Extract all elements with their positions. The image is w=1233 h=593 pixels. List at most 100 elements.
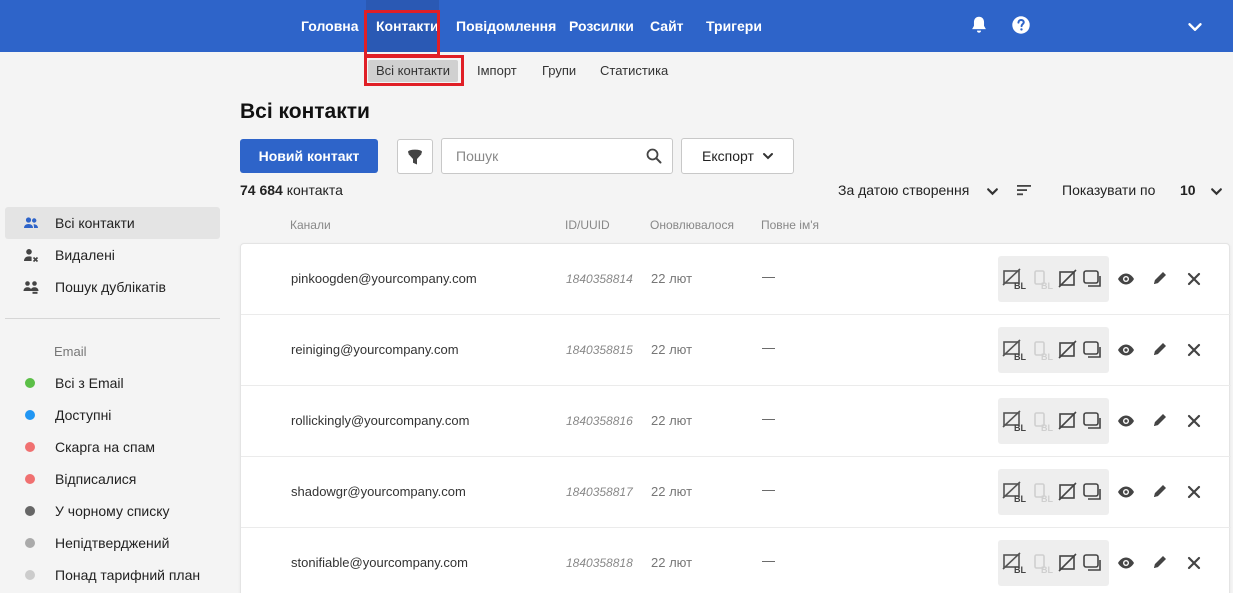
sidebar-item-all-contacts[interactable]: Всі контакти <box>5 207 220 239</box>
contact-id: 1840358815 <box>566 343 633 357</box>
column-header-id: ID/UUID <box>565 218 610 232</box>
contact-email[interactable]: stonifiable@yourcompany.com <box>291 555 468 570</box>
edit-icon[interactable] <box>1151 340 1169 358</box>
sidebar-item-label: Видалені <box>55 247 115 263</box>
top-navbar: Головна Контакти Повідомлення Розсилки С… <box>0 0 1233 52</box>
nav-home[interactable]: Головна <box>301 0 359 52</box>
chat-icon <box>1083 554 1101 571</box>
export-button[interactable]: Експорт <box>681 138 794 174</box>
contact-email[interactable]: pinkoogden@yourcompany.com <box>291 271 477 286</box>
help-icon[interactable] <box>1010 14 1032 36</box>
sidebar-email-filter[interactable]: Всі з Email <box>5 367 220 399</box>
subnav-import[interactable]: Імпорт <box>469 60 525 82</box>
contact-fullname: — <box>762 482 775 497</box>
chevron-down-icon[interactable] <box>986 185 999 198</box>
sidebar-email-filter[interactable]: Скарга на спам <box>5 431 220 463</box>
table-row[interactable]: pinkoogden@yourcompany.com 1840358814 22 л… <box>241 244 1231 315</box>
delete-icon[interactable] <box>1185 270 1203 288</box>
search-field <box>441 138 673 174</box>
contact-updated: 22 лют <box>651 484 693 499</box>
page-title: Всі контакти <box>240 100 370 123</box>
channel-status-group: BL BL <box>998 256 1109 302</box>
email-blacklist-icon: BL <box>1002 481 1026 503</box>
contacts-count-number: 74 684 <box>240 182 283 198</box>
sort-dropdown[interactable]: За датою створення <box>838 182 969 198</box>
svg-text:BL: BL <box>1014 281 1026 290</box>
table-row[interactable]: stonifiable@yourcompany.com 1840358818 22 … <box>241 528 1231 593</box>
delete-icon[interactable] <box>1185 554 1203 572</box>
phone-blacklist-icon: BL <box>1034 341 1053 361</box>
contact-email[interactable]: reiniging@yourcompany.com <box>291 342 459 357</box>
table-row[interactable]: reiniging@yourcompany.com 1840358815 22 лю… <box>241 315 1231 386</box>
search-input[interactable] <box>442 139 632 173</box>
contact-updated: 22 лют <box>651 342 693 357</box>
status-dot-icon <box>25 474 35 484</box>
chevron-down-icon <box>763 153 773 160</box>
channel-status-group: BL BL <box>998 469 1109 515</box>
new-contact-button[interactable]: Новий контакт <box>240 139 378 173</box>
sidebar-divider <box>5 318 220 319</box>
edit-icon[interactable] <box>1151 269 1169 287</box>
sidebar-email-filter[interactable]: У чорному списку <box>5 495 220 527</box>
sidebar-email-filter[interactable]: Непідтверджений <box>5 527 220 559</box>
bell-icon[interactable] <box>968 14 990 36</box>
sms-disabled-icon <box>1058 340 1077 359</box>
contact-fullname: — <box>762 340 775 355</box>
view-icon[interactable] <box>1117 554 1135 572</box>
export-label: Експорт <box>702 148 754 164</box>
view-icon[interactable] <box>1117 341 1135 359</box>
table-row[interactable]: shadowgr@yourcompany.com 1840358817 22 лют… <box>241 457 1231 528</box>
contact-fullname: — <box>762 553 775 568</box>
contact-email[interactable]: rollickingly@yourcompany.com <box>291 413 469 428</box>
sidebar-email-filter-label: Всі з Email <box>55 375 124 391</box>
sidebar-email-filter-label: Скарга на спам <box>55 439 155 455</box>
nav-campaigns[interactable]: Розсилки <box>569 0 634 52</box>
delete-icon[interactable] <box>1185 483 1203 501</box>
sidebar-email-filter[interactable]: Доступні <box>5 399 220 431</box>
table-row[interactable]: rollickingly@yourcompany.com 1840358816 22… <box>241 386 1231 457</box>
edit-icon[interactable] <box>1151 553 1169 571</box>
contact-updated: 22 лют <box>651 271 693 286</box>
nav-triggers[interactable]: Тригери <box>706 0 762 52</box>
edit-icon[interactable] <box>1151 411 1169 429</box>
search-icon[interactable] <box>646 148 662 164</box>
delete-icon[interactable] <box>1185 412 1203 430</box>
contact-email[interactable]: shadowgr@yourcompany.com <box>291 484 466 499</box>
sidebar-email-filter-label: Відписалися <box>55 471 137 487</box>
contacts-count: 74 684 контакта <box>240 182 343 198</box>
chevron-down-icon[interactable] <box>1210 185 1223 198</box>
chat-icon <box>1083 341 1101 358</box>
status-dot-icon <box>25 538 35 548</box>
subnav-all-contacts[interactable]: Всі контакти <box>368 60 459 82</box>
filter-button[interactable] <box>397 139 433 174</box>
svg-text:BL: BL <box>1041 423 1053 432</box>
sidebar-email-filter[interactable]: Понад тарифний план <box>5 559 220 591</box>
delete-icon[interactable] <box>1185 341 1203 359</box>
sidebar-item-deleted[interactable]: Видалені <box>5 239 220 271</box>
sidebar-email-filter-label: Доступні <box>55 407 112 423</box>
nav-site[interactable]: Сайт <box>650 0 684 52</box>
filter-icon <box>408 149 422 165</box>
page-size-select[interactable]: 10 <box>1180 182 1196 198</box>
subnav-statistics[interactable]: Статистика <box>592 60 676 82</box>
column-header-fullname: Повне ім'я <box>761 218 820 232</box>
column-header-updated: Оновлювалося <box>650 218 734 232</box>
contact-id: 1840358817 <box>566 485 633 499</box>
view-icon[interactable] <box>1117 483 1135 501</box>
edit-icon[interactable] <box>1151 482 1169 500</box>
sidebar-item-duplicates[interactable]: Пошук дублікатів <box>5 271 220 303</box>
contact-fullname: — <box>762 411 775 426</box>
svg-text:BL: BL <box>1041 352 1053 361</box>
sidebar-email-filter[interactable]: Відписалися <box>5 463 220 495</box>
status-dot-icon <box>25 410 35 420</box>
view-icon[interactable] <box>1117 412 1135 430</box>
view-icon[interactable] <box>1117 270 1135 288</box>
contact-updated: 22 лют <box>651 555 693 570</box>
nav-contacts[interactable]: Контакти <box>366 0 439 52</box>
svg-text:BL: BL <box>1014 352 1026 361</box>
sort-order-icon[interactable] <box>1016 183 1032 197</box>
channel-status-group: BL BL <box>998 540 1109 586</box>
nav-messages[interactable]: Повідомлення <box>456 0 556 52</box>
chevron-down-icon[interactable] <box>1184 16 1206 38</box>
subnav-groups[interactable]: Групи <box>534 60 584 82</box>
